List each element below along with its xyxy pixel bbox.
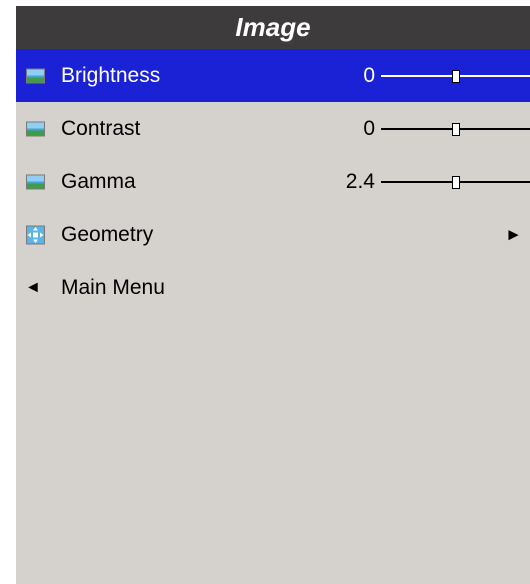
picture-icon xyxy=(26,68,45,83)
submenu-arrow-icon: ► xyxy=(505,224,522,244)
back-arrow-icon: ◄ xyxy=(25,278,41,296)
gamma-slider[interactable] xyxy=(381,175,530,189)
main-menu-back-item[interactable]: ◄ Main Menu xyxy=(16,261,530,314)
menu-title: Image xyxy=(235,12,311,42)
brightness-slider[interactable] xyxy=(381,69,530,83)
slider-thumb[interactable] xyxy=(451,122,460,136)
slider-thumb[interactable] xyxy=(451,69,460,83)
menu-item-label: Brightness xyxy=(61,63,161,87)
menu-item-value: 0 xyxy=(363,63,375,87)
menu-item-label: Contrast xyxy=(61,116,141,140)
menu-item-value: 0 xyxy=(363,116,375,140)
menu-item-value: 2.4 xyxy=(345,169,375,193)
menu-item-geometry[interactable]: Geometry ► xyxy=(16,208,530,261)
menu-item-label: Main Menu xyxy=(61,275,165,299)
menu-item-brightness[interactable]: Brightness 0 xyxy=(16,49,530,102)
picture-icon xyxy=(26,121,45,136)
contrast-slider[interactable] xyxy=(381,122,530,136)
menu-item-gamma[interactable]: Gamma 2.4 xyxy=(16,155,530,208)
menu-item-label: Gamma xyxy=(61,169,136,193)
geometry-icon xyxy=(26,225,45,244)
menu-item-label: Geometry xyxy=(61,222,154,246)
slider-thumb[interactable] xyxy=(451,175,460,189)
image-menu-panel: Image Brightness 0 Contrast 0 Gamma 2.4 … xyxy=(16,6,530,584)
picture-icon xyxy=(26,174,45,189)
menu-title-bar: Image xyxy=(16,6,530,49)
menu-item-contrast[interactable]: Contrast 0 xyxy=(16,102,530,155)
